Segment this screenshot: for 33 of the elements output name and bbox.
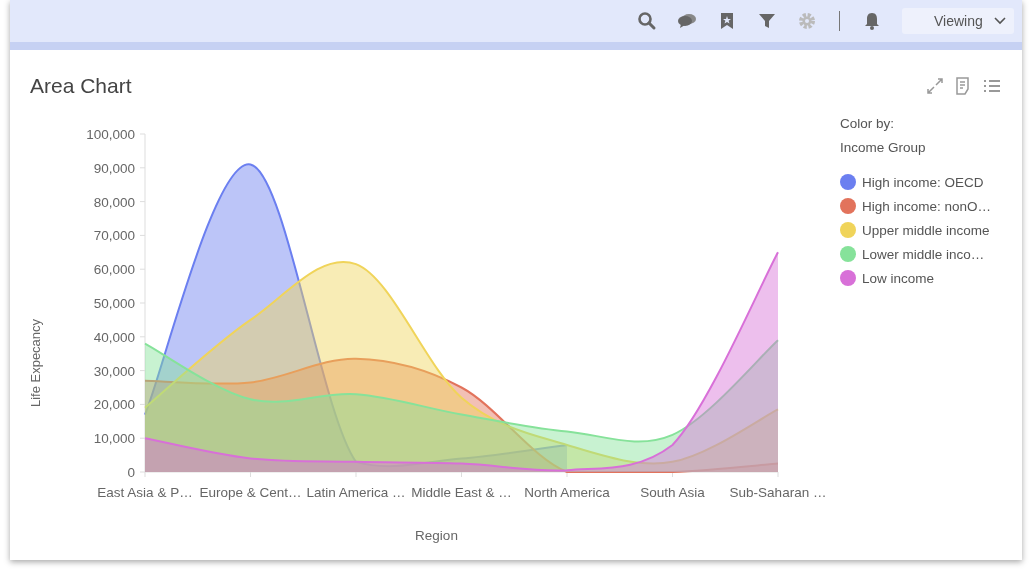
legend-label[interactable]: Upper middle income bbox=[862, 222, 990, 238]
x-tick-label: North America bbox=[524, 485, 610, 500]
legend-label[interactable]: High income: OECD bbox=[862, 174, 984, 190]
y-tick-label: 0 bbox=[127, 465, 135, 480]
legend-field: Income Group bbox=[840, 136, 992, 160]
chevron-down-icon bbox=[994, 17, 1006, 25]
y-tick-label: 70,000 bbox=[93, 228, 135, 244]
legend-label[interactable]: Low income bbox=[862, 270, 935, 286]
legend-label[interactable]: Lower middle inco… bbox=[862, 246, 985, 262]
y-tick-label: 80,000 bbox=[93, 194, 135, 210]
x-tick-label: Middle East & … bbox=[411, 485, 512, 500]
y-tick-label: 60,000 bbox=[93, 262, 135, 278]
y-tick-label: 10,000 bbox=[93, 431, 135, 447]
y-axis-title: Life Expecancy bbox=[28, 318, 43, 408]
x-tick-label: Sub-Saharan … bbox=[729, 485, 827, 500]
list-icon[interactable] bbox=[982, 77, 1002, 95]
y-tick-label: 90,000 bbox=[93, 160, 135, 176]
legend-title: Color by: bbox=[840, 115, 896, 133]
y-tick-label: 40,000 bbox=[93, 329, 135, 345]
y-tick-label: 50,000 bbox=[93, 296, 135, 311]
y-tick-label: 100,000 bbox=[86, 127, 135, 142]
x-tick-label: South Asia bbox=[640, 485, 705, 500]
x-tick-label: East Asia & P… bbox=[97, 485, 193, 500]
x-tick-label: Latin America … bbox=[306, 485, 406, 500]
view-mode-dropdown[interactable]: Viewing bbox=[902, 8, 1014, 34]
chart-title: Area Chart bbox=[30, 74, 133, 98]
legend-label[interactable]: High income: nonO… bbox=[862, 198, 992, 214]
expand-icon[interactable] bbox=[926, 77, 944, 95]
x-tick-label: Europe & Cent… bbox=[199, 485, 302, 500]
y-tick-label: 30,000 bbox=[93, 363, 135, 379]
document-icon[interactable] bbox=[954, 77, 972, 95]
x-axis-title: Region bbox=[415, 528, 458, 543]
y-tick-label: 20,000 bbox=[93, 397, 135, 413]
